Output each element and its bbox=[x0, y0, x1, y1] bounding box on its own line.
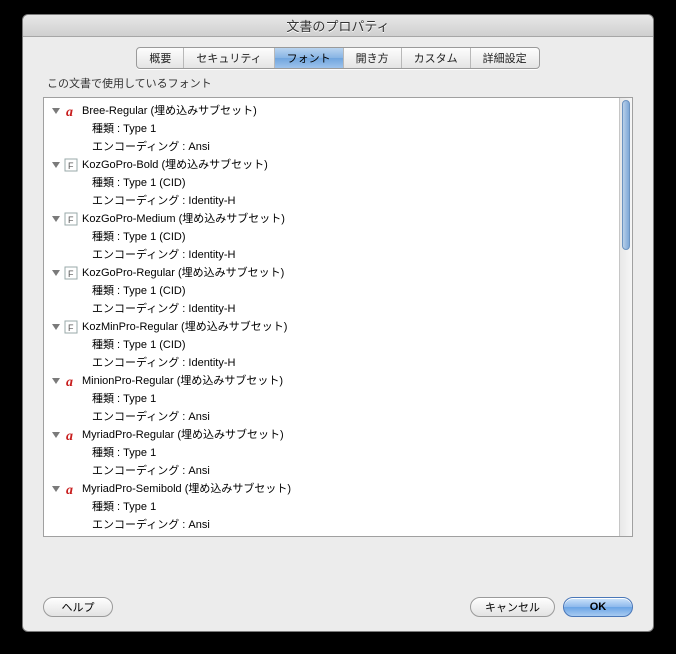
font-item: a MyriadPro-Semibold (埋め込みサブセット)種類 : Type… bbox=[44, 480, 619, 534]
font-encoding-row: エンコーディング : Identity-H bbox=[44, 300, 619, 318]
disclosure-triangle-icon[interactable] bbox=[52, 162, 60, 168]
font-header[interactable]: a MyriadPro-Semibold (埋め込みサブセット) bbox=[44, 480, 619, 498]
font-header[interactable]: F KozGoPro-Medium (埋め込みサブセット) bbox=[44, 210, 619, 228]
dialog-button-bar: ヘルプ キャンセル OK bbox=[23, 587, 653, 631]
section-label: この文書で使用しているフォント bbox=[23, 75, 653, 97]
font-item: F KozGoPro-Regular (埋め込みサブセット)種類 : Type 1… bbox=[44, 264, 619, 318]
font-type-icon: a bbox=[64, 104, 78, 118]
font-type-icon: a bbox=[64, 482, 78, 496]
tab-5[interactable]: 詳細設定 bbox=[471, 48, 539, 68]
tab-bar: 概要セキュリティフォント開き方カスタム詳細設定 bbox=[23, 37, 653, 75]
document-properties-dialog: 文書のプロパティ 概要セキュリティフォント開き方カスタム詳細設定 この文書で使用… bbox=[22, 14, 654, 632]
font-encoding-row: エンコーディング : Ansi bbox=[44, 516, 619, 534]
disclosure-triangle-icon[interactable] bbox=[52, 216, 60, 222]
font-encoding-row: エンコーディング : Identity-H bbox=[44, 246, 619, 264]
font-type-icon: F bbox=[64, 212, 78, 226]
font-header[interactable]: a MinionPro-Regular (埋め込みサブセット) bbox=[44, 372, 619, 390]
svg-text:a: a bbox=[66, 483, 73, 496]
font-item: a MyriadPro-Regular (埋め込みサブセット)種類 : Type … bbox=[44, 426, 619, 480]
svg-text:F: F bbox=[68, 269, 74, 279]
font-encoding-row: エンコーディング : Identity-H bbox=[44, 354, 619, 372]
svg-text:F: F bbox=[68, 323, 74, 333]
font-encoding-row: エンコーディング : Ansi bbox=[44, 462, 619, 480]
svg-text:a: a bbox=[66, 105, 73, 118]
font-name: MyriadPro-Regular (埋め込みサブセット) bbox=[82, 427, 284, 443]
window-titlebar[interactable]: 文書のプロパティ bbox=[23, 15, 653, 37]
font-item: F KozGoPro-Medium (埋め込みサブセット)種類 : Type 1 … bbox=[44, 210, 619, 264]
font-type-row: 種類 : Type 1 (CID) bbox=[44, 174, 619, 192]
font-type-row: 種類 : Type 1 (CID) bbox=[44, 282, 619, 300]
disclosure-triangle-icon[interactable] bbox=[52, 108, 60, 114]
font-type-icon: a bbox=[64, 374, 78, 388]
tab-2[interactable]: フォント bbox=[275, 48, 344, 68]
font-type-row: 種類 : Type 1 (CID) bbox=[44, 336, 619, 354]
font-type-icon: F bbox=[64, 266, 78, 280]
svg-text:F: F bbox=[68, 215, 74, 225]
font-type-icon: a bbox=[64, 428, 78, 442]
font-name: KozGoPro-Medium (埋め込みサブセット) bbox=[82, 211, 285, 227]
font-item: F KozMinPro-Regular (埋め込みサブセット)種類 : Type … bbox=[44, 318, 619, 372]
font-name: MyriadPro-Semibold (埋め込みサブセット) bbox=[82, 481, 291, 497]
font-type-row: 種類 : Type 1 bbox=[44, 498, 619, 516]
font-name: KozGoPro-Regular (埋め込みサブセット) bbox=[82, 265, 284, 281]
disclosure-triangle-icon[interactable] bbox=[52, 378, 60, 384]
font-item: a Bree-Regular (埋め込みサブセット)種類 : Type 1エンコー… bbox=[44, 102, 619, 156]
font-type-row: 種類 : Type 1 (CID) bbox=[44, 228, 619, 246]
font-header[interactable]: F KozMinPro-Regular (埋め込みサブセット) bbox=[44, 318, 619, 336]
font-type-row: 種類 : Type 1 bbox=[44, 444, 619, 462]
font-encoding-row: エンコーディング : Ansi bbox=[44, 138, 619, 156]
ok-button-label: OK bbox=[590, 601, 607, 613]
disclosure-triangle-icon[interactable] bbox=[52, 270, 60, 276]
font-name: MinionPro-Regular (埋め込みサブセット) bbox=[82, 373, 283, 389]
svg-text:a: a bbox=[66, 429, 73, 442]
scrollbar-thumb[interactable] bbox=[622, 100, 630, 250]
font-name: KozGoPro-Bold (埋め込みサブセット) bbox=[82, 157, 268, 173]
font-type-row: 種類 : Type 1 bbox=[44, 390, 619, 408]
help-button[interactable]: ヘルプ bbox=[43, 597, 113, 617]
font-type-icon: F bbox=[64, 320, 78, 334]
font-type-icon: F bbox=[64, 158, 78, 172]
font-header[interactable]: a Bree-Regular (埋め込みサブセット) bbox=[44, 102, 619, 120]
font-encoding-row: エンコーディング : Ansi bbox=[44, 408, 619, 426]
disclosure-triangle-icon[interactable] bbox=[52, 432, 60, 438]
disclosure-triangle-icon[interactable] bbox=[52, 324, 60, 330]
tab-4[interactable]: カスタム bbox=[402, 48, 471, 68]
svg-text:F: F bbox=[68, 161, 74, 171]
font-item: F KozGoPro-Bold (埋め込みサブセット)種類 : Type 1 (C… bbox=[44, 156, 619, 210]
font-type-row: 種類 : Type 1 bbox=[44, 120, 619, 138]
font-name: Bree-Regular (埋め込みサブセット) bbox=[82, 103, 257, 119]
cancel-button[interactable]: キャンセル bbox=[470, 597, 555, 617]
svg-text:a: a bbox=[66, 375, 73, 388]
font-list: aBree-Regular (埋め込みサブセット)種類 : Type 1エンコー… bbox=[43, 97, 633, 537]
cancel-button-label: キャンセル bbox=[485, 599, 540, 615]
help-button-label: ヘルプ bbox=[62, 599, 95, 615]
disclosure-triangle-icon[interactable] bbox=[52, 486, 60, 492]
tab-3[interactable]: 開き方 bbox=[344, 48, 402, 68]
font-item: a MinionPro-Regular (埋め込みサブセット)種類 : Type … bbox=[44, 372, 619, 426]
font-header[interactable]: F KozGoPro-Bold (埋め込みサブセット) bbox=[44, 156, 619, 174]
scrollbar[interactable] bbox=[619, 98, 632, 536]
font-name: KozMinPro-Regular (埋め込みサブセット) bbox=[82, 319, 287, 335]
ok-button[interactable]: OK bbox=[563, 597, 633, 617]
tab-1[interactable]: セキュリティ bbox=[184, 48, 274, 68]
tab-0[interactable]: 概要 bbox=[137, 48, 184, 68]
font-header[interactable]: F KozGoPro-Regular (埋め込みサブセット) bbox=[44, 264, 619, 282]
font-encoding-row: エンコーディング : Identity-H bbox=[44, 192, 619, 210]
window-title: 文書のプロパティ bbox=[286, 16, 389, 35]
font-header[interactable]: a MyriadPro-Regular (埋め込みサブセット) bbox=[44, 426, 619, 444]
